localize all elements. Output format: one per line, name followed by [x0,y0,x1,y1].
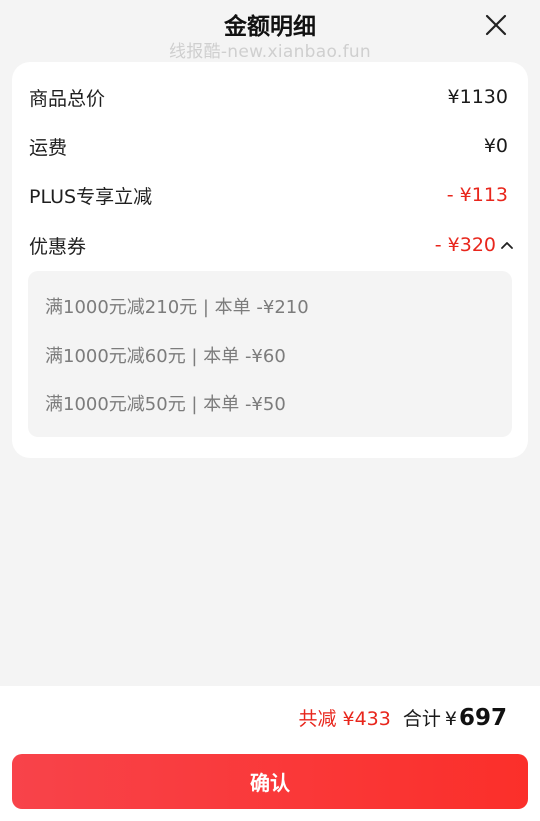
page-title: 金额明细 [224,14,316,40]
bottom-bar: 共减 ¥433 合计 ¥ 697 确认 [0,686,540,821]
row-value: ¥1130 [447,86,508,108]
row-plus-discount: PLUS专享立减 - ¥113 [29,180,508,210]
row-label: PLUS专享立减 [29,185,153,208]
watermark: 线报酷-new.xianbao.fun [168,42,372,62]
row-goods-total: 商品总价 ¥1130 [29,82,508,112]
chevron-up-icon [501,242,513,249]
row-label: 运费 [29,136,68,159]
header: 金额明细 线报酷-new.xianbao.fun [0,0,540,62]
row-value: - ¥320 [434,234,496,256]
total-label: 合计 [402,708,441,730]
row-value: ¥0 [483,135,508,157]
total-currency: ¥ [444,708,457,730]
row-value: - ¥113 [446,184,508,206]
total-discount: 共减 ¥433 [298,708,391,730]
row-label: 商品总价 [29,87,106,110]
confirm-button[interactable]: 确认 [12,754,528,809]
coupon-item: 满1000元减60元 | 本单 -¥60 [45,346,286,367]
coupon-toggle[interactable]: - ¥320 [435,234,514,256]
coupon-item: 满1000元减210元 | 本单 -¥210 [45,297,309,318]
row-shipping: 运费 ¥0 [29,131,508,161]
total-amount: 697 [458,705,507,731]
coupon-list: 满1000元减210元 | 本单 -¥210 满1000元减60元 | 本单 -… [28,271,512,437]
order-summary: 共减 ¥433 合计 ¥ 697 [298,704,507,731]
close-icon [485,14,507,36]
coupon-item: 满1000元减50元 | 本单 -¥50 [45,394,286,415]
row-coupon: 优惠券 - ¥320 [29,230,514,260]
close-button[interactable] [482,11,510,39]
amount-details-card: 商品总价 ¥1130 运费 ¥0 PLUS专享立减 - ¥113 优惠券 - ¥… [12,62,528,458]
row-label: 优惠券 [29,235,87,258]
